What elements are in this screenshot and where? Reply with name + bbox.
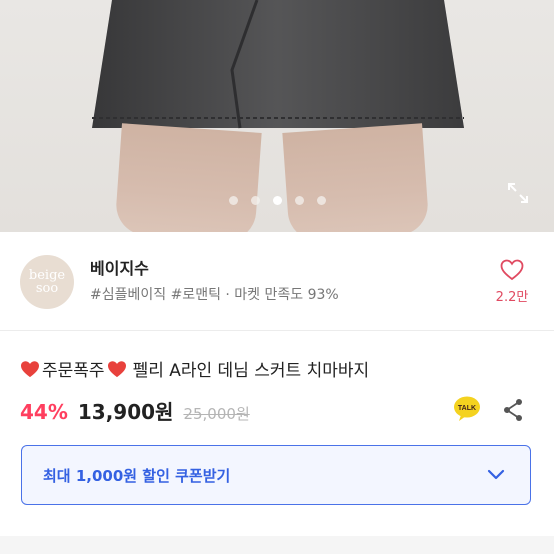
discount-rate: 44% — [20, 400, 68, 424]
left-leg — [114, 123, 262, 232]
carousel-dot[interactable] — [228, 196, 238, 205]
right-leg — [282, 123, 430, 232]
divider — [0, 330, 554, 331]
svg-text:TALK: TALK — [458, 405, 476, 412]
section-divider — [0, 536, 554, 554]
coupon-label: 최대 1,000원 할인 쿠폰받기 — [43, 467, 231, 485]
red-heart-icon — [21, 360, 39, 377]
carousel-dots — [0, 196, 554, 205]
title-badge-text: 주문폭주 — [42, 361, 105, 381]
sale-price: 13,900원 — [77, 400, 174, 424]
product-image[interactable] — [0, 0, 554, 232]
carousel-dot[interactable] — [316, 196, 326, 205]
shop-name[interactable]: 베이지수 — [90, 255, 149, 279]
product-title: 주문폭주 펠리 A라인 데님 스커트 치마바지 — [20, 356, 369, 381]
product-name: 펠리 A라인 데님 스커트 치마바지 — [132, 361, 370, 381]
kakao-talk-icon[interactable]: TALK — [453, 396, 481, 422]
shop-logo-line2: soo — [35, 281, 59, 296]
red-heart-icon — [107, 360, 126, 377]
coupon-button[interactable]: 최대 1,000원 할인 쿠폰받기 — [21, 445, 531, 505]
expand-icon[interactable] — [506, 181, 530, 205]
chevron-down-icon — [487, 469, 505, 480]
shop-tags: #심플베이직 #로맨틱 · 마켓 만족도 93% — [90, 287, 339, 303]
shop-info[interactable]: beige soo 베이지수 #심플베이직 #로맨틱 · 마켓 만족도 93% … — [0, 232, 554, 330]
price-row: 44% 13,900원 25,000원 — [20, 396, 250, 425]
share-icon[interactable] — [502, 398, 524, 422]
shop-logo[interactable]: beige soo — [20, 255, 74, 309]
original-price: 25,000원 — [183, 405, 250, 423]
carousel-dot[interactable] — [250, 196, 260, 205]
like-count: 2.2만 — [495, 290, 529, 305]
heart-icon[interactable] — [500, 259, 524, 281]
carousel-dot[interactable] — [294, 196, 304, 205]
carousel-dot-active[interactable] — [272, 196, 282, 205]
denim-skirt-image — [92, 0, 464, 129]
